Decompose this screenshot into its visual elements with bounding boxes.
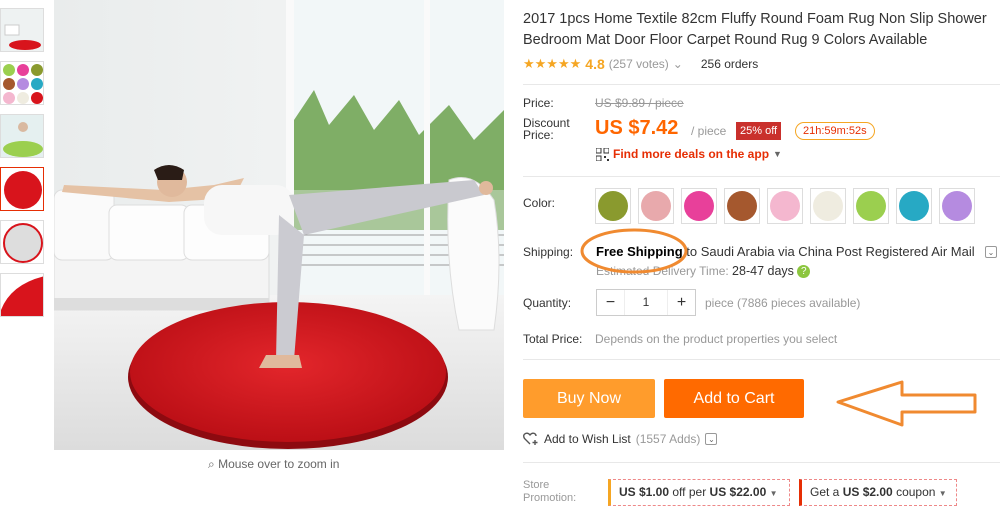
quantity-input[interactable]: 1 bbox=[624, 290, 668, 315]
divider bbox=[523, 359, 1000, 360]
original-price: US $9.89 / piece bbox=[595, 96, 684, 110]
color-swatch-1[interactable] bbox=[595, 188, 631, 224]
buy-now-button[interactable]: Buy Now bbox=[523, 379, 655, 418]
store-promotion-label-line2: Promotion: bbox=[523, 492, 577, 504]
color-swatch-7[interactable] bbox=[853, 188, 889, 224]
shipping-info[interactable]: Free Shipping to Saudi Arabia via China … bbox=[596, 244, 975, 259]
delivery-days: 28-47 days bbox=[732, 264, 794, 278]
thumbnail-colors[interactable] bbox=[0, 61, 44, 105]
store-coupon-2[interactable]: Get a US $2.00 coupon ▼ bbox=[799, 479, 957, 506]
app-deals-link[interactable]: Find more deals on the app ▼ bbox=[596, 147, 782, 161]
divider bbox=[523, 176, 1000, 177]
wishlist-count: (1557 Adds) bbox=[635, 432, 701, 446]
color-swatch-image bbox=[813, 191, 843, 221]
color-swatch-4[interactable] bbox=[724, 188, 760, 224]
color-swatch-image bbox=[684, 191, 714, 221]
thumbnail-room[interactable] bbox=[0, 8, 44, 52]
coupon1-minimum: US $22.00 bbox=[709, 485, 767, 499]
color-swatch-5[interactable] bbox=[767, 188, 803, 224]
caret-down-icon: ▼ bbox=[769, 489, 778, 498]
product-title: 2017 1pcs Home Textile 82cm Fluffy Round… bbox=[523, 11, 987, 48]
divider bbox=[523, 84, 1000, 85]
rating-row: ★★★★★ 4.8 (257 votes) ⌄ 256 orders bbox=[523, 56, 758, 72]
store-coupon-1[interactable]: US $1.00 off per US $22.00 ▼ bbox=[608, 479, 790, 506]
quantity-available: piece (7886 pieces available) bbox=[705, 296, 861, 310]
qr-code-icon bbox=[596, 147, 609, 161]
quantity-increase-button[interactable]: + bbox=[668, 290, 695, 315]
delivery-label: Estimated Delivery Time: bbox=[596, 264, 729, 278]
color-swatch-image bbox=[641, 191, 671, 221]
orders-count: 256 orders bbox=[700, 57, 759, 71]
heart-plus-icon bbox=[523, 432, 538, 445]
delivery-time: Estimated Delivery Time: 28-47 days ? bbox=[596, 264, 811, 279]
caret-down-icon: ▼ bbox=[938, 489, 947, 498]
rating-score: 4.8 bbox=[585, 56, 605, 72]
price-unit: / piece bbox=[691, 124, 727, 138]
color-swatches bbox=[595, 188, 975, 224]
divider bbox=[523, 462, 1000, 463]
free-shipping-text: Free Shipping bbox=[596, 244, 683, 259]
thumbnail-red-rug[interactable] bbox=[0, 167, 44, 211]
shipping-label: Shipping: bbox=[523, 245, 574, 259]
color-swatch-6[interactable] bbox=[810, 188, 846, 224]
color-swatch-2[interactable] bbox=[638, 188, 674, 224]
zoom-hint-text: Mouse over to zoom in bbox=[218, 457, 340, 471]
quantity-decrease-button[interactable]: − bbox=[597, 290, 624, 315]
wishlist-text: Add to Wish List bbox=[544, 432, 631, 446]
countdown-timer: 21h:59m:52s bbox=[795, 122, 875, 140]
coupon1-amount: US $1.00 bbox=[619, 485, 670, 499]
help-icon[interactable]: ? bbox=[797, 265, 811, 279]
total-price-value: Depends on the product properties you se… bbox=[595, 332, 838, 346]
thumbnail-rug-closeup[interactable] bbox=[0, 273, 44, 317]
color-swatch-image bbox=[727, 191, 757, 221]
store-promotion-label: Store Promotion: bbox=[523, 479, 576, 505]
star-rating-icon: ★★★★★ bbox=[523, 56, 582, 71]
magnifier-icon: ⌕ bbox=[208, 457, 215, 471]
discount-price-label: Discount Price: bbox=[523, 117, 570, 141]
coupon1-text: off per bbox=[669, 485, 710, 499]
color-label: Color: bbox=[523, 196, 556, 210]
color-swatch-8[interactable] bbox=[896, 188, 932, 224]
shipping-destination: to Saudi Arabia via China Post Registere… bbox=[682, 244, 975, 259]
color-swatch-9[interactable] bbox=[939, 188, 975, 224]
shipping-dropdown-icon[interactable]: ⌄ bbox=[985, 246, 997, 258]
wishlist-dropdown-icon[interactable]: ⌄ bbox=[705, 433, 718, 445]
color-swatch-image bbox=[942, 191, 972, 221]
discount-badge: 25% off bbox=[736, 122, 782, 140]
color-swatch-image bbox=[899, 191, 929, 221]
quantity-stepper: − 1 + bbox=[596, 289, 696, 316]
votes-link[interactable]: (257 votes) bbox=[609, 57, 669, 71]
store-promotion-label-line1: Store bbox=[523, 479, 550, 491]
wishlist-row[interactable]: Add to Wish List (1557 Adds) ⌄ bbox=[523, 432, 718, 446]
color-swatch-image bbox=[770, 191, 800, 221]
add-to-cart-button[interactable]: Add to Cart bbox=[664, 379, 804, 418]
coupon2-text-post: coupon bbox=[892, 485, 936, 499]
coupon2-amount: US $2.00 bbox=[842, 485, 893, 499]
total-price-label: Total Price: bbox=[523, 332, 583, 346]
thumbnail-green-rug[interactable] bbox=[0, 114, 44, 158]
discount-price-label-line2: Price: bbox=[523, 128, 554, 142]
quantity-label: Quantity: bbox=[523, 296, 572, 310]
app-deals-text: Find more deals on the app bbox=[613, 147, 770, 161]
price-label: Price: bbox=[523, 96, 554, 110]
color-swatch-image bbox=[856, 191, 886, 221]
caret-down-icon: ▼ bbox=[773, 149, 782, 159]
color-swatch-image bbox=[598, 191, 628, 221]
chevron-down-icon[interactable]: ⌄ bbox=[673, 57, 683, 71]
zoom-hint: ⌕ Mouse over to zoom in bbox=[208, 457, 339, 472]
annotation-arrow-icon bbox=[836, 380, 977, 427]
main-product-image[interactable] bbox=[54, 0, 504, 450]
thumbnail-rug-back[interactable] bbox=[0, 220, 44, 264]
color-swatch-3[interactable] bbox=[681, 188, 717, 224]
thumbnail-strip bbox=[0, 8, 46, 326]
coupon2-text-pre: Get a bbox=[810, 485, 843, 499]
discount-price: US $7.42 bbox=[595, 117, 679, 139]
